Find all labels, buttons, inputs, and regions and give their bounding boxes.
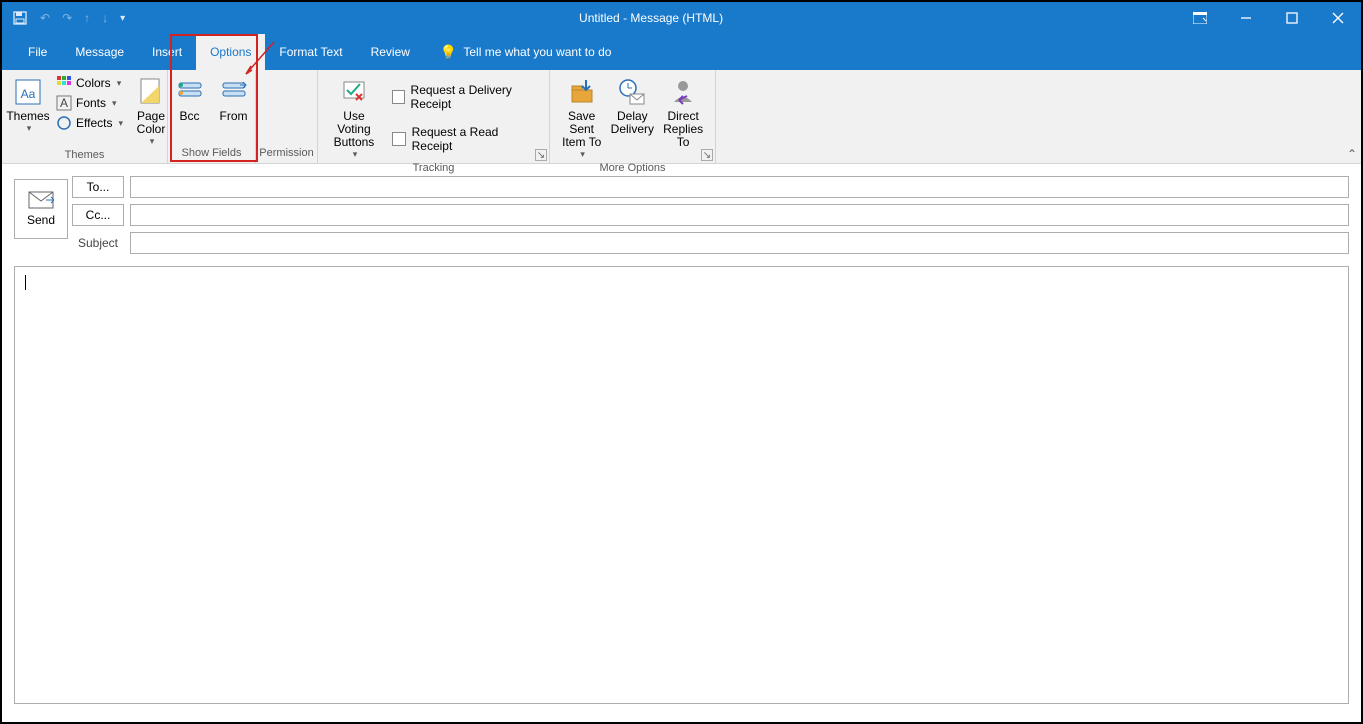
effects-label: Effects xyxy=(76,116,112,130)
page-color-icon xyxy=(135,76,167,108)
send-button-label: Send xyxy=(27,213,55,227)
cc-button-label: Cc... xyxy=(86,208,111,222)
tracking-launcher[interactable]: ↘ xyxy=(535,149,547,161)
cc-button[interactable]: Cc... xyxy=(72,204,124,226)
tab-insert-label: Insert xyxy=(152,45,182,59)
quick-access-toolbar: ↶ ↷ ↑ ↓ ▾ xyxy=(2,10,125,26)
text-cursor xyxy=(25,275,26,290)
read-receipt-label: Request a Read Receipt xyxy=(412,125,539,153)
window-title: Untitled - Message (HTML) xyxy=(125,11,1177,25)
ribbon-display-options-button[interactable] xyxy=(1177,2,1223,34)
bcc-label: Bcc xyxy=(179,110,199,123)
next-item-icon[interactable]: ↓ xyxy=(102,11,108,25)
themes-button-label: Themes xyxy=(6,110,49,123)
page-color-button[interactable]: Page Color xyxy=(131,74,171,149)
tab-options-label: Options xyxy=(210,45,251,59)
tab-options[interactable]: Options xyxy=(196,34,265,70)
subject-input[interactable] xyxy=(130,232,1349,254)
maximize-button[interactable] xyxy=(1269,2,1315,34)
group-more-options-label: More Options xyxy=(556,162,709,174)
group-more-options: Save Sent Item To Delay Delivery Direct … xyxy=(550,70,716,163)
group-tracking-label: Tracking xyxy=(324,162,543,174)
from-icon xyxy=(218,76,250,108)
to-input[interactable] xyxy=(130,176,1349,198)
tab-format-text[interactable]: Format Text xyxy=(265,34,356,70)
bcc-button[interactable]: Bcc xyxy=(170,74,210,145)
tab-review[interactable]: Review xyxy=(357,34,424,70)
svg-text:A: A xyxy=(60,96,68,110)
send-icon xyxy=(28,191,54,209)
cc-input[interactable] xyxy=(130,204,1349,226)
undo-icon[interactable]: ↶ xyxy=(40,11,50,25)
ribbon: Aa Themes Colors A Fonts Effects xyxy=(2,70,1361,164)
minimize-button[interactable] xyxy=(1223,2,1269,34)
window-controls xyxy=(1177,2,1361,34)
tab-review-label: Review xyxy=(371,45,410,59)
qat-customize-icon[interactable]: ▾ xyxy=(120,13,125,24)
delivery-receipt-checkbox[interactable]: Request a Delivery Receipt xyxy=(388,81,543,113)
redo-icon[interactable]: ↷ xyxy=(62,11,72,25)
effects-icon xyxy=(56,115,72,131)
fonts-label: Fonts xyxy=(76,96,106,110)
tell-me-search[interactable]: 💡 Tell me what you want to do xyxy=(424,44,612,61)
colors-label: Colors xyxy=(76,76,111,90)
group-themes: Aa Themes Colors A Fonts Effects xyxy=(2,70,168,163)
save-sent-item-button[interactable]: Save Sent Item To xyxy=(556,74,607,162)
checkbox-icon xyxy=(392,132,406,146)
group-tracking: Use Voting Buttons Request a Delivery Re… xyxy=(318,70,550,163)
effects-button[interactable]: Effects xyxy=(52,114,127,132)
prev-item-icon[interactable]: ↑ xyxy=(84,11,90,25)
tab-file[interactable]: File xyxy=(14,34,61,70)
voting-icon xyxy=(338,76,370,108)
tab-message-label: Message xyxy=(75,45,124,59)
tab-insert[interactable]: Insert xyxy=(138,34,196,70)
group-show-fields-label: Show Fields xyxy=(174,145,249,161)
send-button[interactable]: Send xyxy=(14,179,68,239)
direct-replies-label: Direct Replies To xyxy=(661,110,705,149)
checkbox-icon xyxy=(392,90,405,104)
fonts-button[interactable]: A Fonts xyxy=(52,94,127,112)
colors-icon xyxy=(56,75,72,91)
to-button[interactable]: To... xyxy=(72,176,124,198)
save-sent-label: Save Sent Item To xyxy=(560,110,603,149)
themes-icon: Aa xyxy=(12,76,44,108)
close-button[interactable] xyxy=(1315,2,1361,34)
save-sent-icon xyxy=(566,76,598,108)
tab-file-label: File xyxy=(28,45,47,59)
group-permission: Permission xyxy=(256,70,318,163)
direct-replies-icon xyxy=(667,76,699,108)
themes-button[interactable]: Aa Themes xyxy=(8,74,48,149)
tell-me-label: Tell me what you want to do xyxy=(463,45,611,59)
colors-button[interactable]: Colors xyxy=(52,74,127,92)
tab-format-label: Format Text xyxy=(279,45,342,59)
to-button-label: To... xyxy=(87,180,110,194)
bcc-icon xyxy=(174,76,206,108)
from-button[interactable]: From xyxy=(214,74,254,145)
svg-text:Aa: Aa xyxy=(21,87,36,101)
subject-label: Subject xyxy=(72,236,124,250)
group-themes-label: Themes xyxy=(8,149,161,161)
title-bar: ↶ ↷ ↑ ↓ ▾ Untitled - Message (HTML) xyxy=(2,2,1361,34)
lightbulb-icon: 💡 xyxy=(440,44,457,61)
group-permission-label: Permission xyxy=(262,145,311,161)
more-options-launcher[interactable]: ↘ xyxy=(701,149,713,161)
delay-delivery-button[interactable]: Delay Delivery xyxy=(611,74,653,162)
save-icon[interactable] xyxy=(12,10,28,26)
ribbon-tabs: File Message Insert Options Format Text … xyxy=(2,34,1361,70)
read-receipt-checkbox[interactable]: Request a Read Receipt xyxy=(388,123,543,155)
collapse-ribbon-icon[interactable]: ⌃ xyxy=(1347,147,1357,161)
compose-header: Send To... Cc... Subject xyxy=(2,164,1361,266)
voting-label: Use Voting Buttons xyxy=(328,110,380,149)
voting-buttons-button[interactable]: Use Voting Buttons xyxy=(324,74,384,162)
page-color-label: Page Color xyxy=(137,110,166,136)
delay-delivery-icon xyxy=(616,76,648,108)
tab-message[interactable]: Message xyxy=(61,34,138,70)
message-body[interactable] xyxy=(14,266,1349,704)
group-show-fields: Bcc From Show Fields xyxy=(168,70,256,163)
delivery-receipt-label: Request a Delivery Receipt xyxy=(411,83,539,111)
delay-delivery-label: Delay Delivery xyxy=(611,110,654,136)
fonts-icon: A xyxy=(56,95,72,111)
from-label: From xyxy=(220,110,248,123)
